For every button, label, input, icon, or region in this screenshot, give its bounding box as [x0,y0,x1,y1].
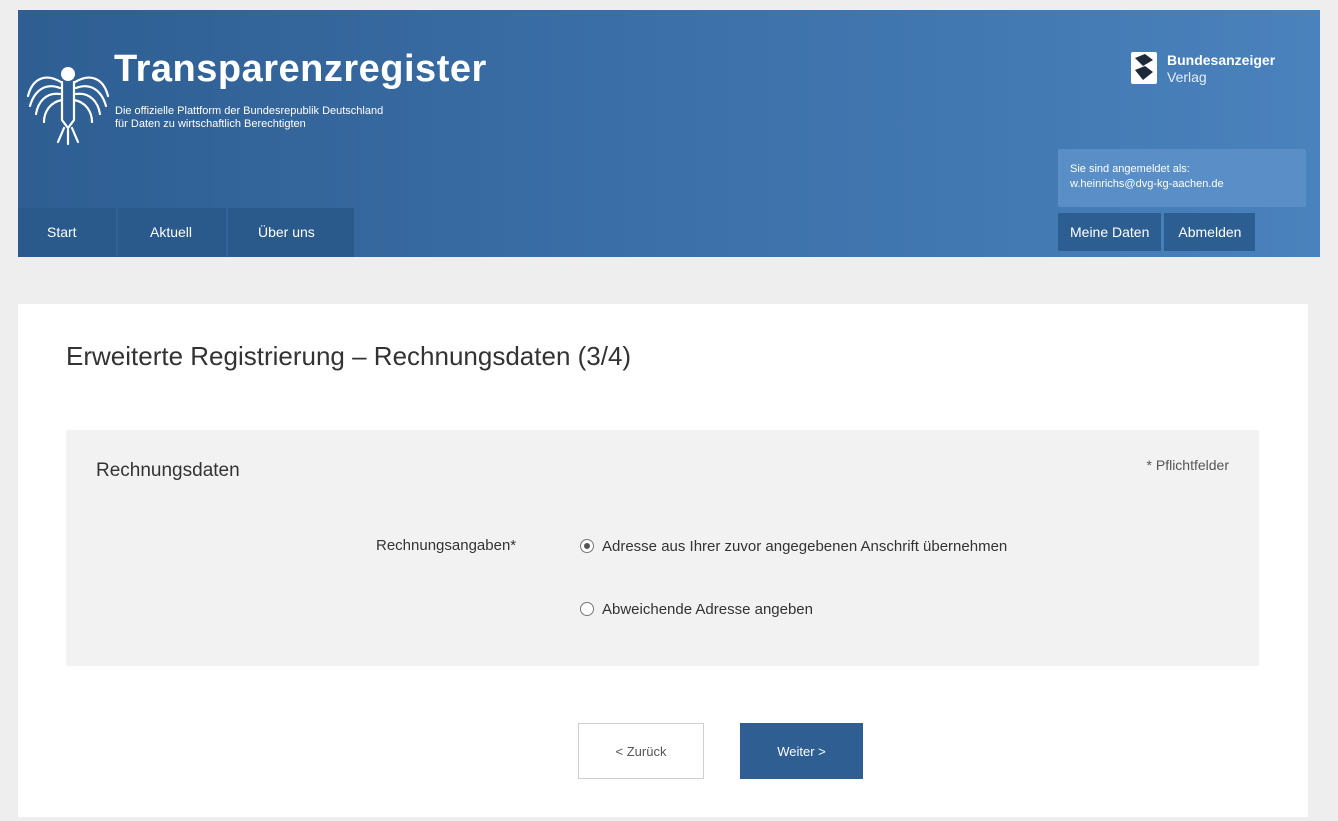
radio-button[interactable] [580,602,594,616]
billing-field-label: Rechnungsangaben* [376,537,517,554]
brand-subtitle-line: Die offizielle Plattform der Bundesrepub… [115,105,384,117]
site-header: Transparenzregister Die offizielle Platt… [18,10,1320,257]
content-card: Erweiterte Registrierung – Rechnungsdate… [18,304,1308,817]
nav-item-abmelden[interactable]: Abmelden [1164,213,1256,251]
nav-item-aktuell[interactable]: Aktuell [118,208,226,257]
radio-option-same-address[interactable]: Adresse aus Ihrer zuvor angegebenen Ansc… [580,535,1042,559]
publisher-name: Bundesanzeiger [1167,52,1276,68]
bundesanzeiger-mark-icon [1135,54,1153,80]
publisher-sub: Verlag [1167,69,1207,85]
page-title: Erweiterte Registrierung – Rechnungsdate… [66,341,632,371]
bundesanzeiger-logo-icon [1131,52,1157,84]
nav-item-ueber-uns[interactable]: Über uns [228,208,354,257]
nav-item-start[interactable]: Start [18,208,116,257]
brand-title[interactable]: Transparenzregister [114,50,487,88]
federal-eagle-icon [26,67,110,146]
publisher-logo[interactable]: Bundesanzeiger Verlag [1131,52,1320,92]
next-button[interactable]: Weiter > [740,723,863,779]
login-label: Sie sind angemeldet als: [1070,163,1190,175]
panel-title: Rechnungsdaten [96,460,240,481]
nav-item-meine-daten[interactable]: Meine Daten [1058,213,1162,251]
required-fields-note: * Pflichtfelder [1146,457,1229,473]
back-button[interactable]: < Zurück [578,723,704,779]
login-status-box: Sie sind angemeldet als: w.heinrichs@dvg… [1058,149,1306,207]
radio-button[interactable] [580,539,594,553]
radio-label: Abweichende Adresse angeben [602,601,813,618]
brand-subtitle: Die offizielle Plattform der Bundesrepub… [115,105,515,131]
billing-panel: Rechnungsdaten * Pflichtfelder Rechnungs… [66,430,1259,666]
user-nav: Meine Daten Abmelden [1058,213,1258,251]
brand-subtitle-line: für Daten zu wirtschaftlich Berechtigten [115,118,306,130]
login-user-email: w.heinrichs@dvg-kg-aachen.de [1070,178,1224,190]
radio-label: Adresse aus Ihrer zuvor angegebenen Ansc… [602,538,1008,555]
main-nav: Start Aktuell Über uns [18,208,356,257]
radio-option-different-address[interactable]: Abweichende Adresse angeben [580,598,1042,622]
